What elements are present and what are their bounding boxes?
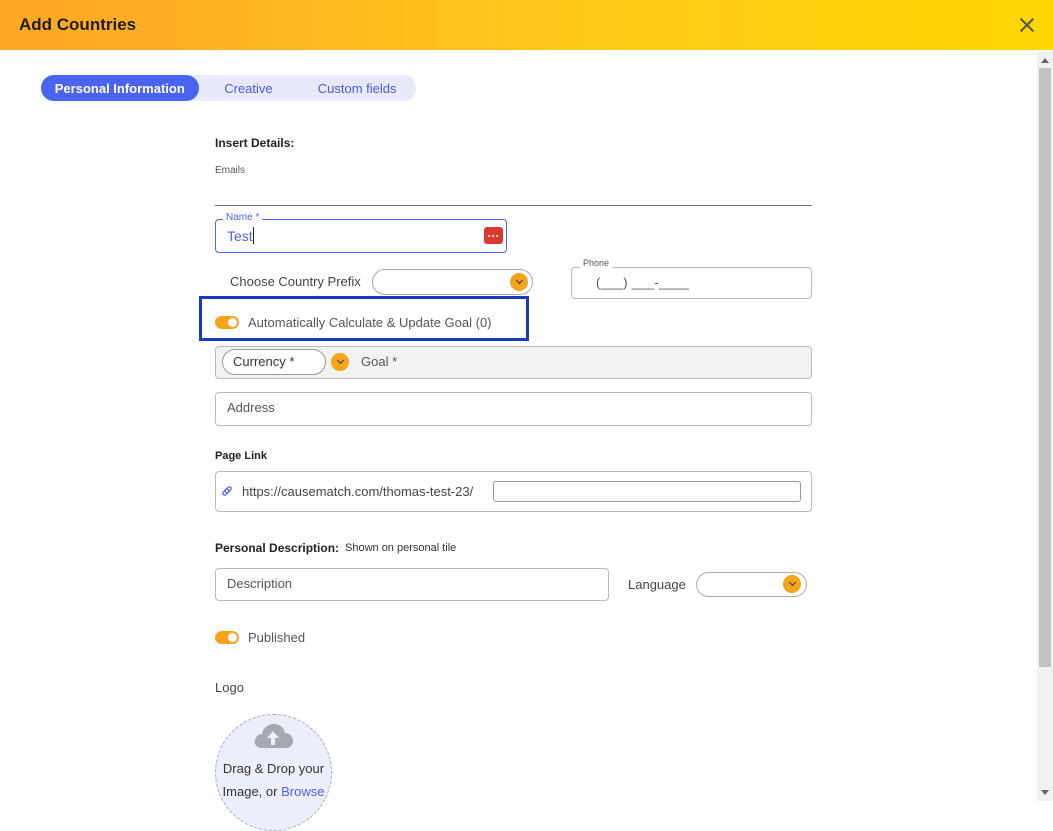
phone-mask: (___) ___-____ <box>596 275 690 290</box>
auto-goal-toggle[interactable] <box>215 316 239 329</box>
address-input[interactable] <box>215 392 812 426</box>
insert-details-heading: Insert Details: <box>215 136 295 150</box>
page-link-heading: Page Link <box>215 450 267 462</box>
tab-custom-fields[interactable]: Custom fields <box>298 75 416 101</box>
logo-label: Logo <box>215 680 244 695</box>
chevron-down-icon[interactable] <box>331 353 349 371</box>
emails-input[interactable] <box>215 205 812 206</box>
name-label: Name * <box>223 212 263 223</box>
personal-description-hint: Shown on personal tile <box>345 542 457 554</box>
emails-label: Emails <box>215 165 246 176</box>
scroll-down-icon[interactable] <box>1041 790 1049 795</box>
phone-label: Phone <box>580 258 613 268</box>
tab-bar: Personal Information Creative Custom fie… <box>41 75 416 101</box>
scrollbar[interactable] <box>1037 52 1053 801</box>
published-label: Published <box>248 630 306 645</box>
page-link-prefix: https://causematch.com/thomas-test-23/ <box>242 484 474 499</box>
cloud-upload-icon <box>254 724 293 748</box>
name-field[interactable] <box>215 219 507 253</box>
address-placeholder: Address <box>227 400 275 415</box>
chevron-down-icon[interactable] <box>510 273 528 291</box>
goal-placeholder: Goal * <box>361 354 398 369</box>
more-dots-icon[interactable]: ··· <box>484 227 503 244</box>
tab-creative[interactable]: Creative <box>199 75 299 101</box>
name-value[interactable]: Test <box>227 228 253 244</box>
auto-goal-label: Automatically Calculate & Update Goal (0… <box>248 315 492 330</box>
link-icon <box>222 486 232 496</box>
modal-title: Add Countries <box>19 15 137 34</box>
scroll-thumb[interactable] <box>1039 68 1051 667</box>
language-label: Language <box>628 577 686 592</box>
description-placeholder: Description <box>227 576 293 591</box>
browse-link[interactable]: Browse <box>281 784 324 799</box>
scroll-up-icon[interactable] <box>1041 58 1049 63</box>
country-prefix-select[interactable] <box>372 269 533 295</box>
country-prefix-label: Choose Country Prefix <box>230 274 361 289</box>
personal-description-heading: Personal Description: <box>215 541 340 555</box>
published-toggle[interactable] <box>215 631 239 644</box>
modal-header: Add Countries <box>0 0 1053 50</box>
text-caret <box>253 227 254 244</box>
page-link-slug-input[interactable] <box>493 481 801 502</box>
currency-label: Currency * <box>233 354 295 369</box>
close-icon[interactable] <box>1019 17 1035 33</box>
chevron-down-icon[interactable] <box>783 575 801 593</box>
tab-personal-information[interactable]: Personal Information <box>41 75 199 101</box>
drop-instructions: Drag & Drop your Image, or Browse <box>218 757 329 803</box>
